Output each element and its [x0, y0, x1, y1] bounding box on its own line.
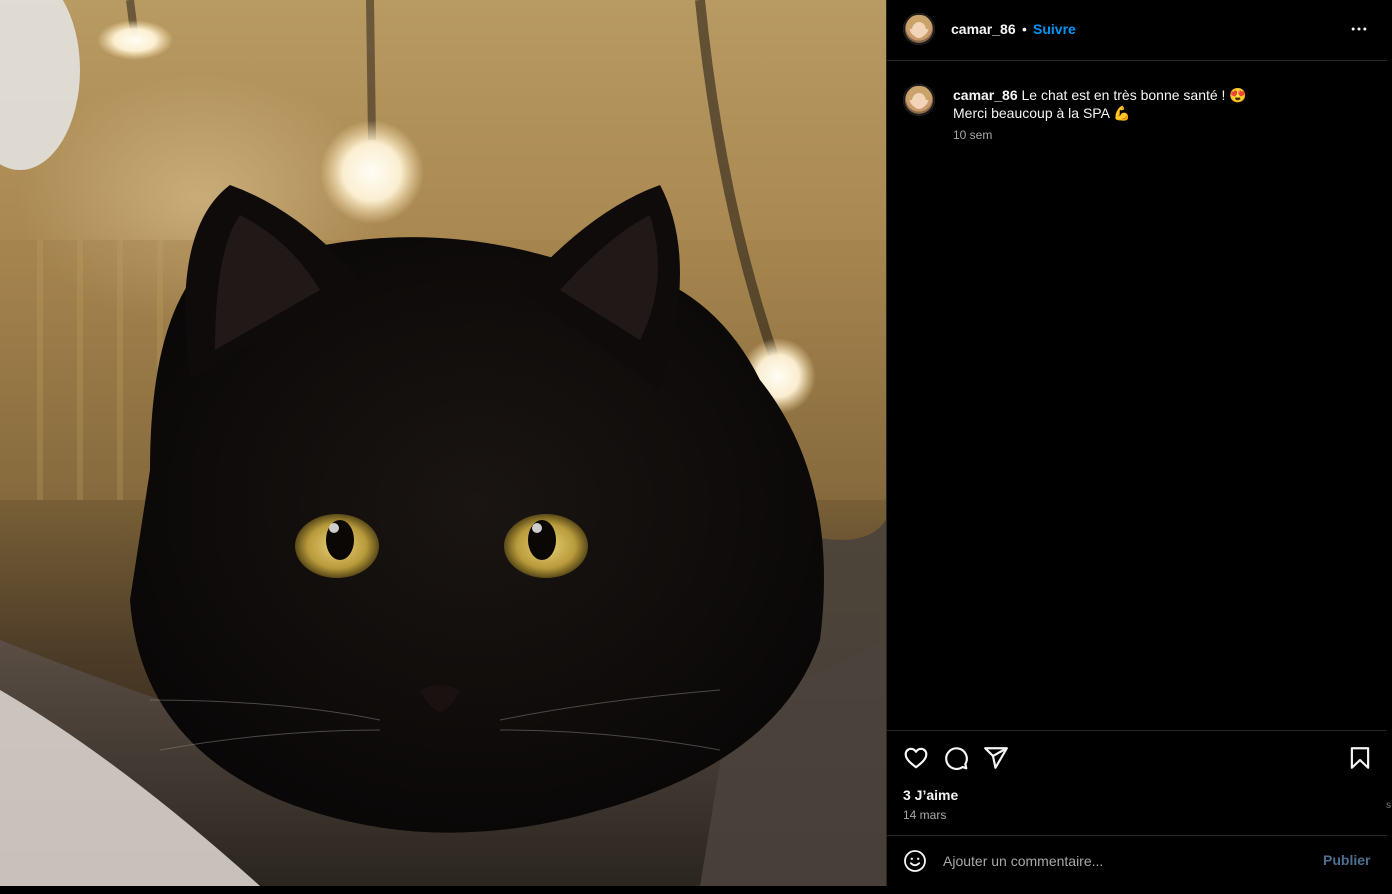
post-header: camar_86 • Suivre — [887, 0, 1387, 61]
caption-line-2: Merci beaucoup à la SPA 💪 — [953, 105, 1131, 121]
caption-line-1: Le chat est en très bonne santé ! 😍 — [1021, 87, 1247, 103]
comment-icon[interactable] — [943, 745, 969, 771]
edge-text-fragment: s — [1386, 800, 1391, 811]
separator-dot: • — [1022, 21, 1027, 37]
post-photo[interactable] — [0, 0, 886, 886]
caption-author-avatar[interactable] — [903, 84, 935, 116]
post-details-panel: camar_86 • Suivre camar_86 Le chat est e… — [886, 0, 1387, 886]
author-avatar[interactable] — [903, 13, 935, 45]
heart-icon[interactable] — [903, 745, 929, 771]
bookmark-icon[interactable] — [1347, 745, 1373, 771]
publish-button[interactable]: Publier — [1323, 852, 1370, 868]
follow-button[interactable]: Suivre — [1033, 21, 1076, 37]
add-comment-row: Publier — [887, 835, 1387, 886]
likes-count[interactable]: 3 J’aime — [903, 787, 958, 803]
post-date[interactable]: 14 mars — [903, 808, 946, 822]
more-horizontal-icon[interactable] — [1349, 19, 1369, 39]
caption-time-ago[interactable]: 10 sem — [953, 128, 992, 142]
post-actions-bar: 3 J’aime 14 mars — [887, 730, 1387, 836]
send-icon[interactable] — [983, 745, 1009, 771]
smiley-icon[interactable] — [903, 849, 927, 873]
post-caption: camar_86 Le chat est en très bonne santé… — [953, 86, 1363, 122]
comment-input[interactable] — [943, 850, 1243, 872]
author-username-link[interactable]: camar_86 — [951, 21, 1016, 37]
caption-username-link[interactable]: camar_86 — [953, 87, 1018, 103]
black-cat-image — [0, 0, 886, 886]
avatar-face — [912, 93, 926, 109]
avatar-face — [912, 22, 926, 38]
